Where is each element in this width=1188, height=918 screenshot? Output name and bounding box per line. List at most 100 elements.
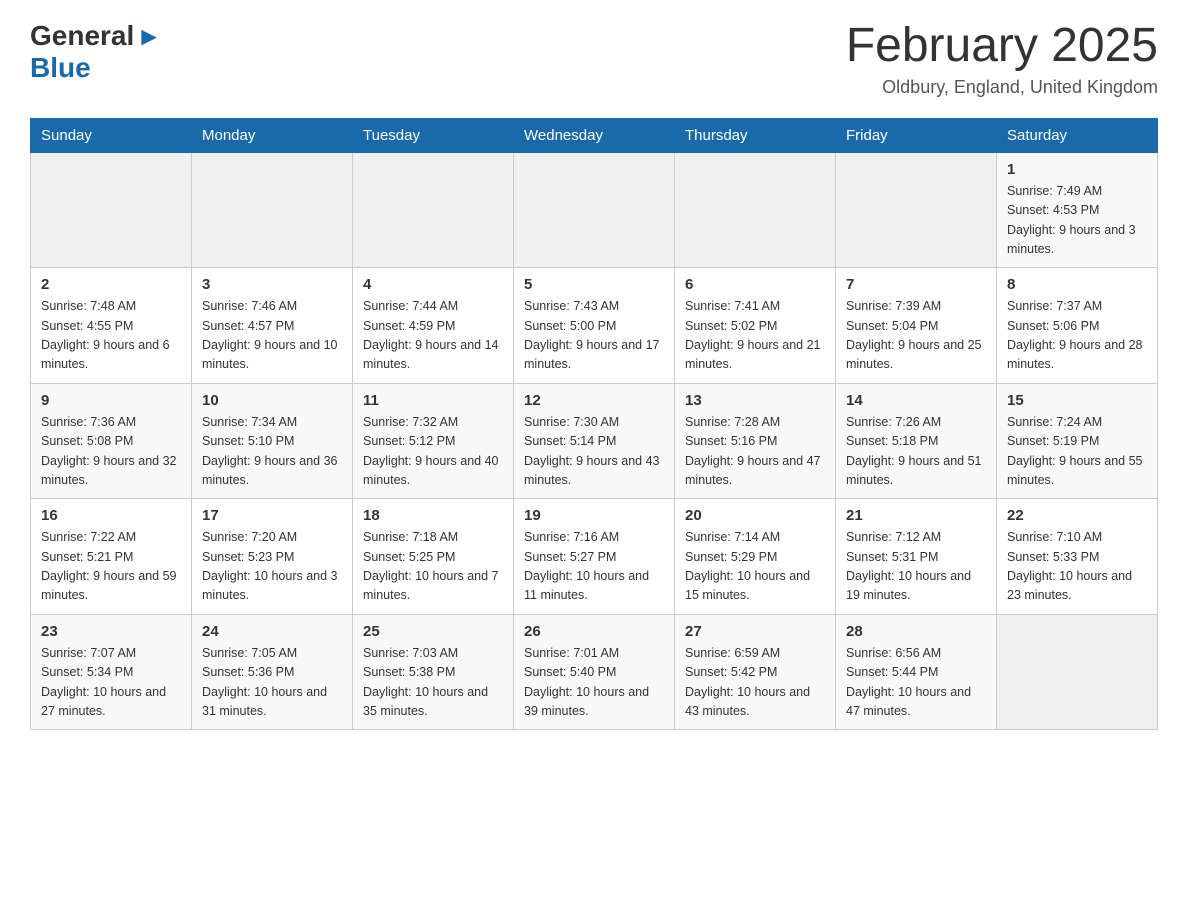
day-info: Sunrise: 7:39 AM Sunset: 5:04 PM Dayligh… bbox=[846, 297, 986, 375]
day-info: Sunrise: 7:24 AM Sunset: 5:19 PM Dayligh… bbox=[1007, 413, 1147, 491]
calendar-cell: 1 Sunrise: 7:49 AM Sunset: 4:53 PM Daylig… bbox=[997, 152, 1158, 268]
calendar-cell: 16 Sunrise: 7:22 AM Sunset: 5:21 PM Dayli… bbox=[31, 499, 192, 615]
day-info: Sunrise: 7:36 AM Sunset: 5:08 PM Dayligh… bbox=[41, 413, 181, 491]
logo-blue-text: Blue bbox=[30, 52, 91, 83]
day-info: Sunrise: 7:18 AM Sunset: 5:25 PM Dayligh… bbox=[363, 528, 503, 606]
day-number: 22 bbox=[1007, 507, 1147, 524]
calendar-cell: 17 Sunrise: 7:20 AM Sunset: 5:23 PM Dayli… bbox=[192, 499, 353, 615]
calendar-cell: 27 Sunrise: 6:59 AM Sunset: 5:42 PM Dayli… bbox=[675, 614, 836, 730]
day-number: 28 bbox=[846, 623, 986, 640]
day-info: Sunrise: 7:14 AM Sunset: 5:29 PM Dayligh… bbox=[685, 528, 825, 606]
day-number: 27 bbox=[685, 623, 825, 640]
calendar-cell bbox=[997, 614, 1158, 730]
day-number: 11 bbox=[363, 392, 503, 409]
day-number: 2 bbox=[41, 276, 181, 293]
calendar-cell: 14 Sunrise: 7:26 AM Sunset: 5:18 PM Dayli… bbox=[836, 383, 997, 499]
day-info: Sunrise: 7:49 AM Sunset: 4:53 PM Dayligh… bbox=[1007, 182, 1147, 260]
calendar-week-row: 9 Sunrise: 7:36 AM Sunset: 5:08 PM Daylig… bbox=[31, 383, 1158, 499]
calendar-cell: 18 Sunrise: 7:18 AM Sunset: 5:25 PM Dayli… bbox=[353, 499, 514, 615]
day-number: 1 bbox=[1007, 161, 1147, 178]
calendar-cell bbox=[31, 152, 192, 268]
calendar-cell: 12Sunrise: 7:30 AM Sunset: 5:14 PM Dayli… bbox=[514, 383, 675, 499]
day-number: 4 bbox=[363, 276, 503, 293]
day-info: Sunrise: 7:26 AM Sunset: 5:18 PM Dayligh… bbox=[846, 413, 986, 491]
logo-general-text: General bbox=[30, 20, 134, 52]
calendar-day-header: Friday bbox=[836, 118, 997, 152]
calendar-cell: 6 Sunrise: 7:41 AM Sunset: 5:02 PM Daylig… bbox=[675, 268, 836, 384]
calendar-cell: 28 Sunrise: 6:56 AM Sunset: 5:44 PM Dayli… bbox=[836, 614, 997, 730]
calendar-day-header: Wednesday bbox=[514, 118, 675, 152]
day-info: Sunrise: 7:37 AM Sunset: 5:06 PM Dayligh… bbox=[1007, 297, 1147, 375]
calendar-cell: 26Sunrise: 7:01 AM Sunset: 5:40 PM Dayli… bbox=[514, 614, 675, 730]
day-info: Sunrise: 7:10 AM Sunset: 5:33 PM Dayligh… bbox=[1007, 528, 1147, 606]
day-number: 12 bbox=[524, 392, 664, 409]
page-header: General ► Blue February 2025 Oldbury, En… bbox=[30, 20, 1158, 98]
day-number: 5 bbox=[524, 276, 664, 293]
day-info: Sunrise: 7:28 AM Sunset: 5:16 PM Dayligh… bbox=[685, 413, 825, 491]
day-number: 3 bbox=[202, 276, 342, 293]
title-block: February 2025 Oldbury, England, United K… bbox=[846, 20, 1158, 98]
day-info: Sunrise: 7:03 AM Sunset: 5:38 PM Dayligh… bbox=[363, 644, 503, 722]
day-number: 8 bbox=[1007, 276, 1147, 293]
location-text: Oldbury, England, United Kingdom bbox=[846, 77, 1158, 98]
calendar-cell: 22 Sunrise: 7:10 AM Sunset: 5:33 PM Dayli… bbox=[997, 499, 1158, 615]
day-number: 14 bbox=[846, 392, 986, 409]
day-number: 17 bbox=[202, 507, 342, 524]
calendar-day-header: Tuesday bbox=[353, 118, 514, 152]
day-number: 21 bbox=[846, 507, 986, 524]
calendar-cell: 4 Sunrise: 7:44 AM Sunset: 4:59 PM Daylig… bbox=[353, 268, 514, 384]
calendar-cell bbox=[514, 152, 675, 268]
calendar-week-row: 1 Sunrise: 7:49 AM Sunset: 4:53 PM Daylig… bbox=[31, 152, 1158, 268]
month-title: February 2025 bbox=[846, 20, 1158, 73]
day-info: Sunrise: 7:22 AM Sunset: 5:21 PM Dayligh… bbox=[41, 528, 181, 606]
day-info: Sunrise: 7:32 AM Sunset: 5:12 PM Dayligh… bbox=[363, 413, 503, 491]
day-info: Sunrise: 7:34 AM Sunset: 5:10 PM Dayligh… bbox=[202, 413, 342, 491]
calendar-cell: 15 Sunrise: 7:24 AM Sunset: 5:19 PM Dayli… bbox=[997, 383, 1158, 499]
calendar-cell: 11 Sunrise: 7:32 AM Sunset: 5:12 PM Dayli… bbox=[353, 383, 514, 499]
calendar-cell: 8 Sunrise: 7:37 AM Sunset: 5:06 PM Daylig… bbox=[997, 268, 1158, 384]
calendar-cell: 25 Sunrise: 7:03 AM Sunset: 5:38 PM Dayli… bbox=[353, 614, 514, 730]
calendar-cell bbox=[675, 152, 836, 268]
logo: General ► Blue bbox=[30, 20, 162, 84]
day-info: Sunrise: 7:12 AM Sunset: 5:31 PM Dayligh… bbox=[846, 528, 986, 606]
day-info: Sunrise: 6:59 AM Sunset: 5:42 PM Dayligh… bbox=[685, 644, 825, 722]
calendar-cell: 5Sunrise: 7:43 AM Sunset: 5:00 PM Daylig… bbox=[514, 268, 675, 384]
day-info: Sunrise: 7:48 AM Sunset: 4:55 PM Dayligh… bbox=[41, 297, 181, 375]
calendar-table: SundayMondayTuesdayWednesdayThursdayFrid… bbox=[30, 118, 1158, 731]
day-info: Sunrise: 7:16 AM Sunset: 5:27 PM Dayligh… bbox=[524, 528, 664, 606]
calendar-cell bbox=[836, 152, 997, 268]
calendar-cell: 21 Sunrise: 7:12 AM Sunset: 5:31 PM Dayli… bbox=[836, 499, 997, 615]
day-number: 7 bbox=[846, 276, 986, 293]
day-number: 18 bbox=[363, 507, 503, 524]
day-number: 10 bbox=[202, 392, 342, 409]
day-number: 6 bbox=[685, 276, 825, 293]
calendar-cell: 20Sunrise: 7:14 AM Sunset: 5:29 PM Dayli… bbox=[675, 499, 836, 615]
day-info: Sunrise: 6:56 AM Sunset: 5:44 PM Dayligh… bbox=[846, 644, 986, 722]
day-number: 23 bbox=[41, 623, 181, 640]
day-number: 16 bbox=[41, 507, 181, 524]
calendar-cell: 13Sunrise: 7:28 AM Sunset: 5:16 PM Dayli… bbox=[675, 383, 836, 499]
day-info: Sunrise: 7:46 AM Sunset: 4:57 PM Dayligh… bbox=[202, 297, 342, 375]
calendar-week-row: 2 Sunrise: 7:48 AM Sunset: 4:55 PM Daylig… bbox=[31, 268, 1158, 384]
calendar-cell: 24 Sunrise: 7:05 AM Sunset: 5:36 PM Dayli… bbox=[192, 614, 353, 730]
day-number: 24 bbox=[202, 623, 342, 640]
calendar-day-header: Thursday bbox=[675, 118, 836, 152]
day-number: 25 bbox=[363, 623, 503, 640]
calendar-cell: 2 Sunrise: 7:48 AM Sunset: 4:55 PM Daylig… bbox=[31, 268, 192, 384]
day-info: Sunrise: 7:20 AM Sunset: 5:23 PM Dayligh… bbox=[202, 528, 342, 606]
calendar-cell: 23 Sunrise: 7:07 AM Sunset: 5:34 PM Dayli… bbox=[31, 614, 192, 730]
day-info: Sunrise: 7:41 AM Sunset: 5:02 PM Dayligh… bbox=[685, 297, 825, 375]
calendar-week-row: 16 Sunrise: 7:22 AM Sunset: 5:21 PM Dayli… bbox=[31, 499, 1158, 615]
day-info: Sunrise: 7:01 AM Sunset: 5:40 PM Dayligh… bbox=[524, 644, 664, 722]
day-info: Sunrise: 7:05 AM Sunset: 5:36 PM Dayligh… bbox=[202, 644, 342, 722]
calendar-cell: 7 Sunrise: 7:39 AM Sunset: 5:04 PM Daylig… bbox=[836, 268, 997, 384]
calendar-cell: 19Sunrise: 7:16 AM Sunset: 5:27 PM Dayli… bbox=[514, 499, 675, 615]
day-number: 15 bbox=[1007, 392, 1147, 409]
calendar-cell: 3 Sunrise: 7:46 AM Sunset: 4:57 PM Daylig… bbox=[192, 268, 353, 384]
calendar-header-row: SundayMondayTuesdayWednesdayThursdayFrid… bbox=[31, 118, 1158, 152]
calendar-day-header: Monday bbox=[192, 118, 353, 152]
day-info: Sunrise: 7:07 AM Sunset: 5:34 PM Dayligh… bbox=[41, 644, 181, 722]
calendar-cell bbox=[353, 152, 514, 268]
day-number: 9 bbox=[41, 392, 181, 409]
day-info: Sunrise: 7:44 AM Sunset: 4:59 PM Dayligh… bbox=[363, 297, 503, 375]
